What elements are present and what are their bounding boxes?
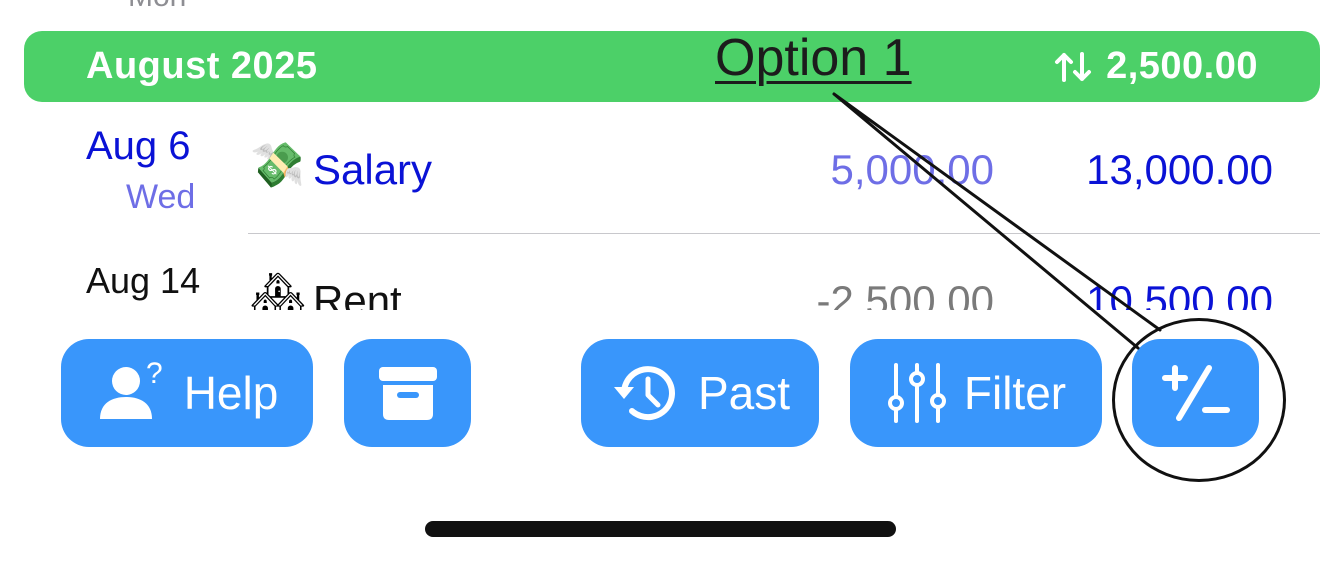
transaction-amount: 5,000.00 [830, 146, 995, 193]
month-total: 2,500.00 [1054, 45, 1258, 88]
history-clock-icon [613, 366, 675, 421]
transaction-amount: -2,500.00 [816, 277, 994, 311]
archive-button[interactable] [344, 339, 471, 447]
archive-box-icon [378, 367, 437, 420]
plus-minus-icon [1161, 365, 1230, 421]
up-down-arrows-icon [1055, 51, 1092, 82]
home-indicator [425, 521, 896, 537]
help-button[interactable]: ? Help [61, 339, 313, 447]
annotation-label: Option 1 [715, 29, 912, 87]
row-divider [248, 233, 1320, 234]
houses-icon: 🏘 [250, 271, 306, 311]
money-with-wings-icon: 💸 [250, 141, 305, 190]
transaction-list: Aug 6 Wed 💸 Salary 5,000.00 13,000.00 Au… [0, 102, 1320, 310]
sliders-icon [887, 363, 946, 423]
previous-weekday-label: Mon [128, 0, 186, 12]
transaction-date: Aug 14 [86, 260, 201, 301]
svg-text:?: ? [146, 361, 163, 390]
transaction-name: Rent [313, 277, 402, 311]
running-balance: 10,500.00 [1086, 277, 1273, 311]
past-label: Past [697, 367, 791, 419]
help-label: Help [183, 367, 279, 419]
add-transaction-button[interactable] [1132, 339, 1259, 447]
person-question-icon: ? [99, 361, 163, 419]
filter-label: Filter [963, 367, 1067, 419]
month-total-value: 2,500.00 [1106, 45, 1258, 87]
running-balance: 13,000.00 [1086, 146, 1273, 193]
month-title: August 2025 [86, 45, 318, 87]
transaction-weekday: Wed [126, 178, 196, 216]
month-section-header[interactable]: August 2025 2,500.00 [24, 31, 1320, 102]
past-button[interactable]: Past [581, 339, 819, 447]
filter-button[interactable]: Filter [850, 339, 1102, 447]
transaction-name: Salary [313, 146, 433, 193]
transaction-date: Aug 6 [86, 124, 191, 168]
